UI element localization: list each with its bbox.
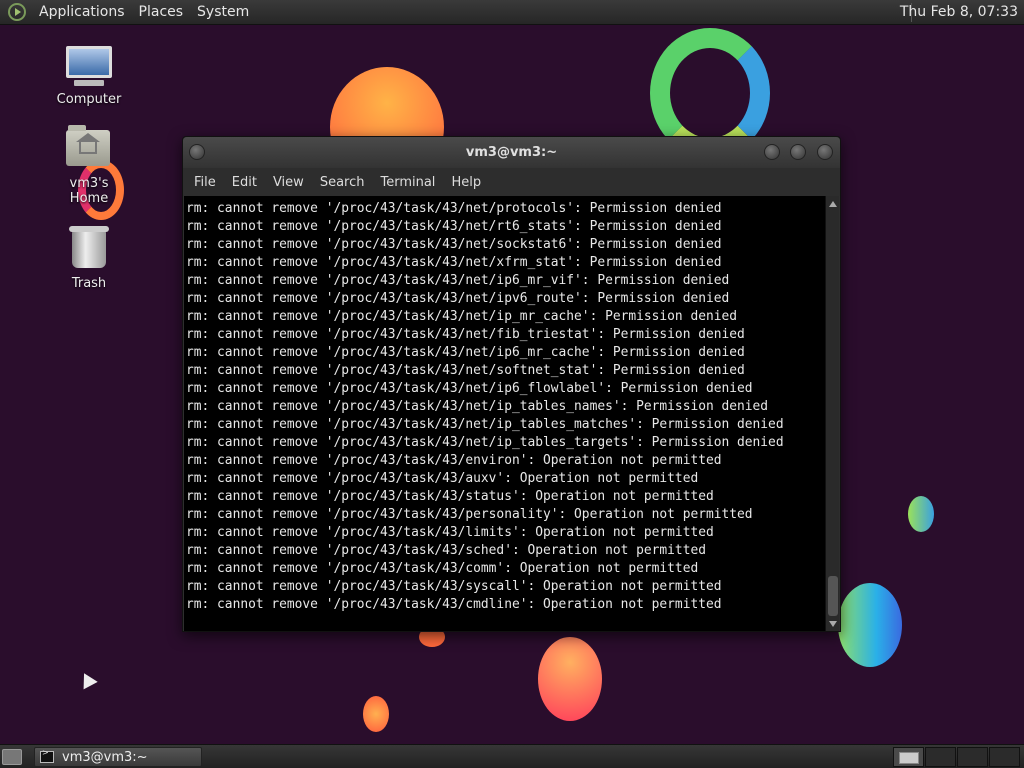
wallpaper-tiny-blob — [363, 696, 389, 732]
terminal-line: rm: cannot remove '/proc/43/task/43/net/… — [186, 237, 722, 252]
terminal-line: rm: cannot remove '/proc/43/task/43/net/… — [186, 381, 753, 396]
terminal-window[interactable]: vm3@vm3:~ File Edit View Search Terminal… — [182, 136, 841, 632]
terminal-line: rm: cannot remove '/proc/43/task/43/net/… — [186, 201, 722, 216]
desktop-icon-label: Computer — [56, 92, 122, 107]
terminal-line: rm: cannot remove '/proc/43/task/43/comm… — [186, 561, 699, 576]
menu-file[interactable]: File — [186, 175, 224, 190]
window-title: vm3@vm3:~ — [465, 145, 558, 160]
terminal-line: rm: cannot remove '/proc/43/task/43/cmdl… — [186, 597, 722, 612]
wallpaper-orange-egg — [538, 637, 602, 721]
close-button[interactable] — [817, 144, 833, 160]
terminal-line: rm: cannot remove '/proc/43/task/43/net/… — [186, 435, 784, 450]
desktop-icon-home[interactable]: vm3's Home — [49, 125, 129, 206]
terminal-line: rm: cannot remove '/proc/43/task/43/net/… — [186, 417, 784, 432]
terminal-line: rm: cannot remove '/proc/43/task/43/net/… — [186, 255, 722, 270]
desktop-icon-trash[interactable]: Trash — [49, 226, 129, 291]
terminal-line: rm: cannot remove '/proc/43/task/43/limi… — [186, 525, 714, 540]
terminal-line: rm: cannot remove '/proc/43/task/43/sysc… — [186, 579, 722, 594]
terminal-line: rm: cannot remove '/proc/43/task/43/sche… — [186, 543, 706, 558]
terminal-line: rm: cannot remove '/proc/43/task/43/net/… — [186, 291, 730, 306]
trash-icon — [66, 226, 112, 272]
terminal-line: rm: cannot remove '/proc/43/task/43/net/… — [186, 399, 769, 414]
minimize-button[interactable] — [764, 144, 780, 160]
top-panel: Applications Places System Thu Feb 8, 07… — [0, 0, 1024, 25]
workspace-window-thumb — [899, 752, 919, 764]
desktop-icon-computer[interactable]: Computer — [49, 46, 129, 107]
terminal-line: rm: cannot remove '/proc/43/task/43/net/… — [186, 273, 730, 288]
terminal-line: rm: cannot remove '/proc/43/task/43/net/… — [186, 345, 745, 360]
wallpaper-blue-blob — [838, 583, 902, 667]
menu-view[interactable]: View — [265, 175, 312, 190]
terminal-output[interactable]: rm: cannot remove '/proc/43/task/43/net/… — [184, 196, 826, 631]
terminal-icon — [40, 748, 54, 763]
workspace-1[interactable] — [893, 747, 924, 767]
desktop-icon-label: vm3's Home — [69, 176, 109, 206]
distro-logo-icon[interactable] — [8, 3, 26, 21]
terminal-line: rm: cannot remove '/proc/43/task/43/net/… — [186, 363, 745, 378]
menu-system[interactable]: System — [190, 4, 256, 20]
window-titlebar[interactable]: vm3@vm3:~ — [183, 137, 840, 168]
terminal-scrollbar[interactable] — [825, 196, 839, 631]
workspace-3[interactable] — [957, 747, 988, 767]
menu-places[interactable]: Places — [132, 4, 191, 20]
scroll-down-arrow-icon[interactable] — [829, 621, 837, 627]
menu-edit[interactable]: Edit — [224, 175, 265, 190]
home-folder-icon — [66, 125, 112, 172]
clock[interactable]: Thu Feb 8, 07:33 — [900, 4, 1018, 20]
scroll-thumb[interactable] — [828, 576, 838, 616]
menu-help[interactable]: Help — [443, 175, 489, 190]
bottom-panel: vm3@vm3:~ — [0, 744, 1024, 768]
menu-applications[interactable]: Applications — [32, 4, 132, 20]
terminal-line: rm: cannot remove '/proc/43/task/43/stat… — [186, 489, 714, 504]
terminal-line: rm: cannot remove '/proc/43/task/43/net/… — [186, 327, 745, 342]
workspace-2[interactable] — [925, 747, 956, 767]
menu-terminal[interactable]: Terminal — [372, 175, 443, 190]
scroll-up-arrow-icon[interactable] — [829, 201, 837, 207]
menu-search[interactable]: Search — [312, 175, 373, 190]
wallpaper-small-blob — [908, 496, 934, 532]
desktop-icon-label: Trash — [71, 276, 107, 291]
terminal-line: rm: cannot remove '/proc/43/task/43/auxv… — [186, 471, 699, 486]
terminal-line: rm: cannot remove '/proc/43/task/43/net/… — [186, 219, 722, 234]
mouse-pointer-icon — [77, 669, 98, 690]
terminal-line: rm: cannot remove '/proc/43/task/43/net/… — [186, 309, 738, 324]
taskbar-button-label: vm3@vm3:~ — [62, 749, 148, 765]
taskbar-terminal-button[interactable]: vm3@vm3:~ — [34, 747, 202, 767]
show-desktop-icon[interactable] — [2, 748, 22, 765]
terminal-line: rm: cannot remove '/proc/43/task/43/pers… — [186, 507, 753, 522]
workspace-4[interactable] — [989, 747, 1020, 767]
maximize-button[interactable] — [790, 144, 806, 160]
terminal-menubar: File Edit View Search Terminal Help — [183, 168, 840, 196]
terminal-line: rm: cannot remove '/proc/43/task/43/envi… — [186, 453, 722, 468]
computer-icon — [66, 46, 112, 88]
